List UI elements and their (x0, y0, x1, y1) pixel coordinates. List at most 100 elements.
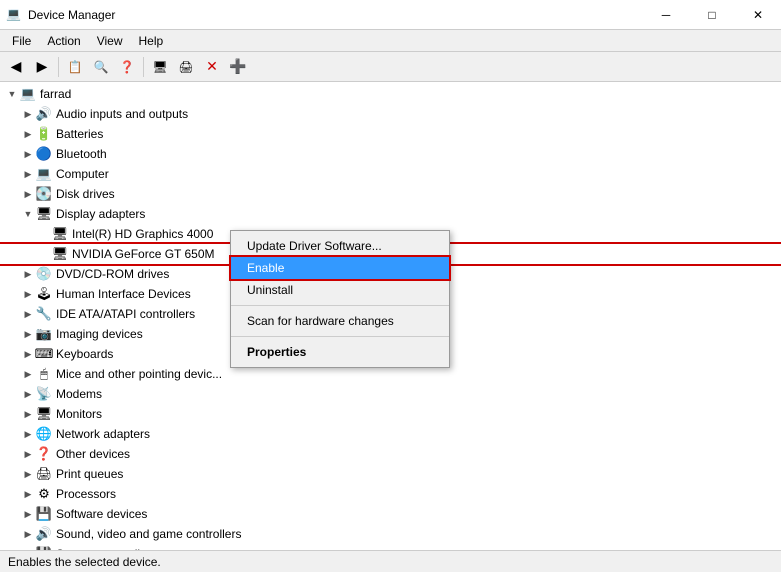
disk-icon: 💽 (36, 186, 52, 202)
audio-icon: 🔊 (36, 106, 52, 122)
tree-item-bluetooth[interactable]: ▶ 🔵 Bluetooth (0, 144, 781, 164)
context-menu-scan[interactable]: Scan for hardware changes (231, 310, 449, 332)
context-menu-sep-1 (231, 305, 449, 306)
expand-icon-sound: ▶ (20, 526, 36, 542)
ide-icon: 🔧 (36, 306, 52, 322)
context-menu-properties[interactable]: Properties (231, 341, 449, 363)
tree-item-modems[interactable]: ▶ 📡 Modems (0, 384, 781, 404)
expand-icon-hid: ▶ (20, 286, 36, 302)
intel-gpu-icon: 🖥 (52, 226, 68, 242)
menu-file[interactable]: File (4, 32, 39, 50)
computer-label: Computer (56, 167, 109, 181)
expand-icon-display: ▼ (20, 206, 36, 222)
expand-icon-ide: ▶ (20, 306, 36, 322)
tree-panel[interactable]: ▼ 💻 farrad ▶ 🔊 Audio inputs and outputs … (0, 82, 781, 550)
other-icon: ❓ (36, 446, 52, 462)
tree-item-software[interactable]: ▶ 💾 Software devices (0, 504, 781, 524)
tree-item-storage[interactable]: ▶ 💾 Storage controllers (0, 544, 781, 550)
root-icon: 💻 (20, 86, 36, 102)
expand-icon-storage: ▶ (20, 546, 36, 550)
intel-gpu-label: Intel(R) HD Graphics 4000 (72, 227, 213, 241)
display-label: Display adapters (56, 207, 145, 221)
imaging-label: Imaging devices (56, 327, 143, 341)
tree-root[interactable]: ▼ 💻 farrad (0, 84, 781, 104)
expand-icon-modems: ▶ (20, 386, 36, 402)
tree-item-network[interactable]: ▶ 🌐 Network adapters (0, 424, 781, 444)
close-button[interactable]: ✕ (735, 0, 781, 30)
status-text: Enables the selected device. (8, 555, 161, 569)
context-menu-uninstall[interactable]: Uninstall (231, 279, 449, 301)
software-icon: 💾 (36, 506, 52, 522)
imaging-icon: 📷 (36, 326, 52, 342)
batteries-icon: 🔋 (36, 126, 52, 142)
toolbar-sep-2 (143, 57, 144, 77)
storage-label: Storage controllers (56, 547, 157, 550)
expand-icon-disk: ▶ (20, 186, 36, 202)
menu-action[interactable]: Action (39, 32, 88, 50)
title-bar-text: Device Manager (28, 8, 115, 22)
monitors-label: Monitors (56, 407, 102, 421)
tree-item-print[interactable]: ▶ 🖨 Print queues (0, 464, 781, 484)
menu-bar: File Action View Help (0, 30, 781, 52)
tree-item-processors[interactable]: ▶ ⚙ Processors (0, 484, 781, 504)
tree-item-batteries[interactable]: ▶ 🔋 Batteries (0, 124, 781, 144)
batteries-label: Batteries (56, 127, 103, 141)
toolbar-forward[interactable]: ▶ (30, 55, 54, 79)
toolbar-back[interactable]: ◀ (4, 55, 28, 79)
expand-icon-audio: ▶ (20, 106, 36, 122)
dvd-label: DVD/CD-ROM drives (56, 267, 169, 281)
computer-icon: 💻 (36, 166, 52, 182)
hid-label: Human Interface Devices (56, 287, 191, 301)
expand-icon-processors: ▶ (20, 486, 36, 502)
tree-item-audio[interactable]: ▶ 🔊 Audio inputs and outputs (0, 104, 781, 124)
software-label: Software devices (56, 507, 147, 521)
toolbar-print[interactable]: 🖨 (174, 55, 198, 79)
tree-item-monitors[interactable]: ▶ 🖥 Monitors (0, 404, 781, 424)
window-controls: ─ □ ✕ (643, 0, 781, 30)
context-menu-enable[interactable]: Enable (231, 257, 449, 279)
context-menu-sep-2 (231, 336, 449, 337)
nvidia-icon: 🖥 (52, 246, 68, 262)
sound-icon: 🔊 (36, 526, 52, 542)
expand-icon-root: ▼ (4, 86, 20, 102)
tree-item-disk[interactable]: ▶ 💽 Disk drives (0, 184, 781, 204)
context-menu-update[interactable]: Update Driver Software... (231, 235, 449, 257)
maximize-button[interactable]: □ (689, 0, 735, 30)
menu-help[interactable]: Help (131, 32, 172, 50)
network-label: Network adapters (56, 427, 150, 441)
print-icon: 🖨 (36, 466, 52, 482)
expand-icon-imaging: ▶ (20, 326, 36, 342)
display-icon: 🖥 (36, 206, 52, 222)
title-bar: 💻 Device Manager ─ □ ✕ (0, 0, 781, 30)
toolbar-delete[interactable]: ✕ (200, 55, 224, 79)
toolbar-properties[interactable]: 📋 (63, 55, 87, 79)
toolbar-help[interactable]: ❓ (115, 55, 139, 79)
tree-item-sound[interactable]: ▶ 🔊 Sound, video and game controllers (0, 524, 781, 544)
toolbar-scan[interactable]: 🔍 (89, 55, 113, 79)
mice-icon: 🖱 (36, 366, 52, 382)
tree-item-display[interactable]: ▼ 🖥 Display adapters (0, 204, 781, 224)
expand-icon-computer: ▶ (20, 166, 36, 182)
expand-icon-monitors: ▶ (20, 406, 36, 422)
status-bar: Enables the selected device. (0, 550, 781, 572)
toolbar-sep-1 (58, 57, 59, 77)
expand-icon-network: ▶ (20, 426, 36, 442)
expand-icon-mice: ▶ (20, 366, 36, 382)
expand-icon-print: ▶ (20, 466, 36, 482)
keyboards-label: Keyboards (56, 347, 113, 361)
toolbar-add[interactable]: ➕ (226, 55, 250, 79)
toolbar: ◀ ▶ 📋 🔍 ❓ 🖥 🖨 ✕ ➕ (0, 52, 781, 82)
app-icon: 💻 (6, 7, 22, 23)
sound-label: Sound, video and game controllers (56, 527, 241, 541)
expand-icon-software: ▶ (20, 506, 36, 522)
bluetooth-label: Bluetooth (56, 147, 107, 161)
menu-view[interactable]: View (89, 32, 131, 50)
modems-icon: 📡 (36, 386, 52, 402)
root-label: farrad (40, 87, 71, 101)
minimize-button[interactable]: ─ (643, 0, 689, 30)
tree-item-other[interactable]: ▶ ❓ Other devices (0, 444, 781, 464)
tree-item-computer[interactable]: ▶ 💻 Computer (0, 164, 781, 184)
toolbar-display[interactable]: 🖥 (148, 55, 172, 79)
processors-icon: ⚙ (36, 486, 52, 502)
other-label: Other devices (56, 447, 130, 461)
